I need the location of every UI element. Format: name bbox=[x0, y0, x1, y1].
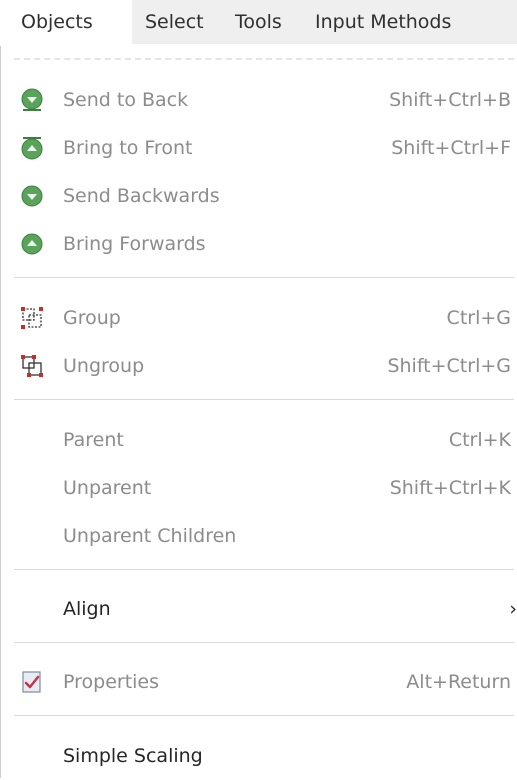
menu-item-label: Ungroup bbox=[63, 355, 145, 377]
menu-item-send-backwards[interactable]: Send Backwards bbox=[0, 172, 517, 220]
menu-item-properties[interactable]: Properties Alt+Return bbox=[0, 658, 517, 706]
menu-separator bbox=[14, 642, 514, 643]
menu-objects[interactable]: Objects bbox=[0, 0, 132, 44]
menu-item-unparent[interactable]: Unparent Shift+Ctrl+K bbox=[0, 464, 517, 512]
menu-separator bbox=[14, 399, 514, 400]
menu-item-shortcut: Shift+Ctrl+B bbox=[389, 89, 511, 111]
menu-item-label: Bring Forwards bbox=[63, 233, 206, 255]
menu-select-label: Select bbox=[145, 11, 204, 33]
menu-item-shortcut: Shift+Ctrl+K bbox=[389, 477, 511, 499]
group-icon bbox=[21, 307, 43, 329]
menu-item-label: Unparent bbox=[63, 477, 152, 499]
menu-item-send-to-back[interactable]: Send to Back Shift+Ctrl+B bbox=[0, 76, 517, 124]
menu-item-shortcut: Ctrl+K bbox=[448, 429, 511, 451]
menu-tools[interactable]: Tools bbox=[224, 0, 307, 44]
bring-forwards-icon bbox=[21, 233, 43, 255]
menu-item-ungroup[interactable]: Ungroup Shift+Ctrl+G bbox=[0, 342, 517, 390]
properties-icon bbox=[22, 671, 41, 693]
menu-item-group[interactable]: Group Ctrl+G bbox=[0, 294, 517, 342]
menu-item-label: Align bbox=[63, 598, 111, 620]
menu-item-label: Group bbox=[63, 307, 121, 329]
menubar: Objects Select Tools Input Methods bbox=[0, 0, 517, 46]
menu-item-align[interactable]: Align › bbox=[0, 585, 517, 633]
bring-to-front-icon bbox=[21, 137, 43, 160]
menu-item-unparent-children[interactable]: Unparent Children bbox=[0, 512, 517, 560]
send-backwards-icon bbox=[21, 185, 43, 207]
menu-input-methods-label: Input Methods bbox=[315, 11, 452, 33]
menu-item-label: Unparent Children bbox=[63, 525, 237, 547]
menu-item-label: Send Backwards bbox=[63, 185, 220, 207]
menu-item-parent[interactable]: Parent Ctrl+K bbox=[0, 416, 517, 464]
menu-item-label: Simple Scaling bbox=[63, 745, 203, 767]
menu-item-shortcut: Shift+Ctrl+G bbox=[387, 355, 511, 377]
menu-objects-label: Objects bbox=[21, 11, 93, 33]
menu-item-label: Send to Back bbox=[63, 89, 189, 111]
send-to-back-icon bbox=[21, 88, 43, 111]
menu-separator bbox=[14, 277, 514, 278]
chevron-right-icon: › bbox=[509, 598, 517, 620]
menu-item-bring-forwards[interactable]: Bring Forwards bbox=[0, 220, 517, 268]
menu-item-label: Bring to Front bbox=[63, 137, 193, 159]
menu-item-shortcut: Ctrl+G bbox=[446, 307, 511, 329]
menu-separator bbox=[14, 715, 514, 716]
menu-separator bbox=[14, 569, 514, 570]
menu-tools-label: Tools bbox=[235, 11, 282, 33]
menu-item-simple-scaling[interactable]: Simple Scaling bbox=[0, 732, 517, 780]
menu-item-label: Properties bbox=[63, 671, 160, 693]
tearoff-line[interactable] bbox=[14, 58, 514, 60]
menu-input-methods[interactable]: Input Methods bbox=[307, 0, 517, 44]
ungroup-icon bbox=[21, 355, 43, 377]
menu-item-shortcut: Shift+Ctrl+F bbox=[391, 137, 511, 159]
menu-item-bring-to-front[interactable]: Bring to Front Shift+Ctrl+F bbox=[0, 124, 517, 172]
menu-item-shortcut: Alt+Return bbox=[406, 671, 511, 693]
menu-select[interactable]: Select bbox=[132, 0, 224, 44]
menu-item-label: Parent bbox=[63, 429, 124, 451]
